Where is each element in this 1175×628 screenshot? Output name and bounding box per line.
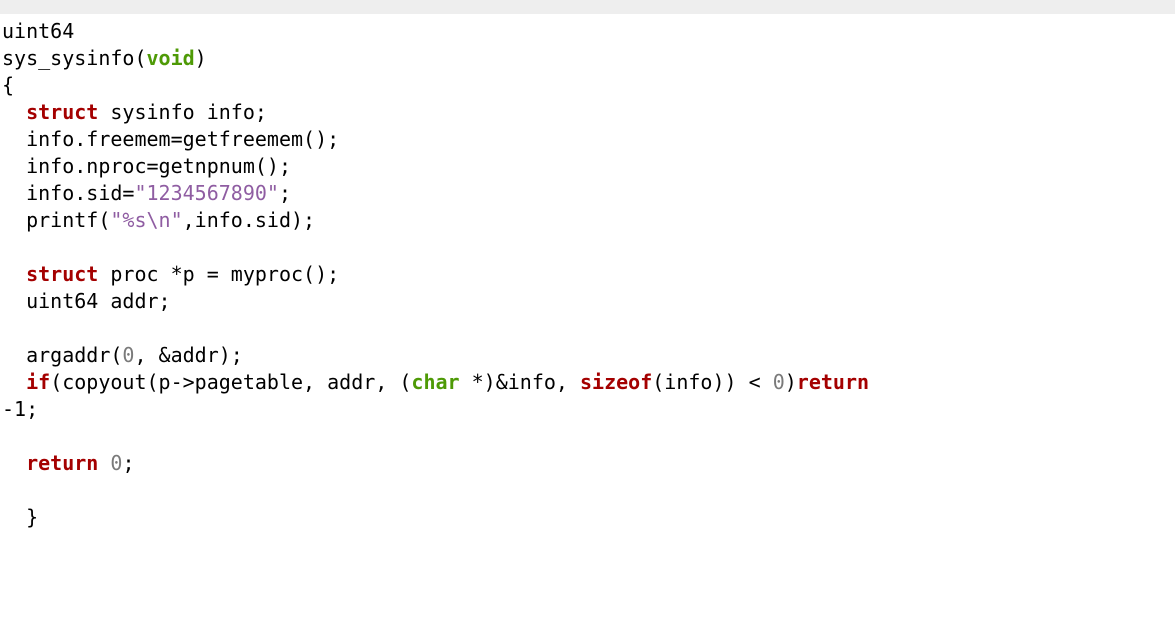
kw-if: if xyxy=(26,370,50,394)
window-top-strip xyxy=(0,0,1175,14)
fn-name: sys_sysinfo( xyxy=(2,46,147,70)
call: printf( xyxy=(2,208,110,232)
string-literal: "%s\n" xyxy=(110,208,182,232)
space xyxy=(869,370,881,394)
code-line: info.sid="1234567890"; xyxy=(2,181,291,205)
code-line: uint64 xyxy=(2,19,74,43)
num-zero: 0 xyxy=(122,343,134,367)
kw-return: return xyxy=(797,370,869,394)
assign: info.sid= xyxy=(2,181,134,205)
brace-close: } xyxy=(2,505,38,529)
num-zero: 0 xyxy=(110,451,122,475)
expr: *)&info, xyxy=(460,370,580,394)
code-line: -1; xyxy=(2,397,38,421)
expr: (copyout(p->pagetable, addr, ( xyxy=(50,370,411,394)
kw-sizeof: sizeof xyxy=(580,370,652,394)
num-zero: 0 xyxy=(773,370,785,394)
type-char: char xyxy=(411,370,459,394)
kw-struct: struct xyxy=(26,262,98,286)
type-void: void xyxy=(147,46,195,70)
code-line: struct sysinfo info; xyxy=(2,100,267,124)
semi: ; xyxy=(122,451,134,475)
brace-open: { xyxy=(2,73,14,97)
indent xyxy=(2,262,26,286)
expr: (info)) < xyxy=(652,370,772,394)
paren: ) xyxy=(195,46,207,70)
kw-return: return xyxy=(26,451,98,475)
code-line: info.freemem=getfreemem(); xyxy=(2,127,339,151)
indent xyxy=(2,370,26,394)
code-line: argaddr(0, &addr); xyxy=(2,343,243,367)
code-line: if(copyout(p->pagetable, addr, (char *)&… xyxy=(2,370,881,394)
code-line: sys_sysinfo(void) xyxy=(2,46,207,70)
args: ,info.sid); xyxy=(183,208,315,232)
semi: ; xyxy=(279,181,291,205)
code-line: return 0; xyxy=(2,451,134,475)
indent xyxy=(2,451,26,475)
code-line: uint64 addr; xyxy=(2,289,171,313)
args: , &addr); xyxy=(134,343,242,367)
code-block: uint64 sys_sysinfo(void) { struct sysinf… xyxy=(0,14,1175,531)
space xyxy=(98,451,110,475)
code-line: info.nproc=getnpnum(); xyxy=(2,154,291,178)
indent xyxy=(2,100,26,124)
paren: ) xyxy=(785,370,797,394)
code-line: struct proc *p = myproc(); xyxy=(2,262,339,286)
string-literal: "1234567890" xyxy=(134,181,279,205)
decl: proc *p = myproc(); xyxy=(98,262,339,286)
kw-struct: struct xyxy=(26,100,98,124)
code-line: printf("%s\n",info.sid); xyxy=(2,208,315,232)
decl: sysinfo info; xyxy=(98,100,267,124)
call: argaddr( xyxy=(2,343,122,367)
